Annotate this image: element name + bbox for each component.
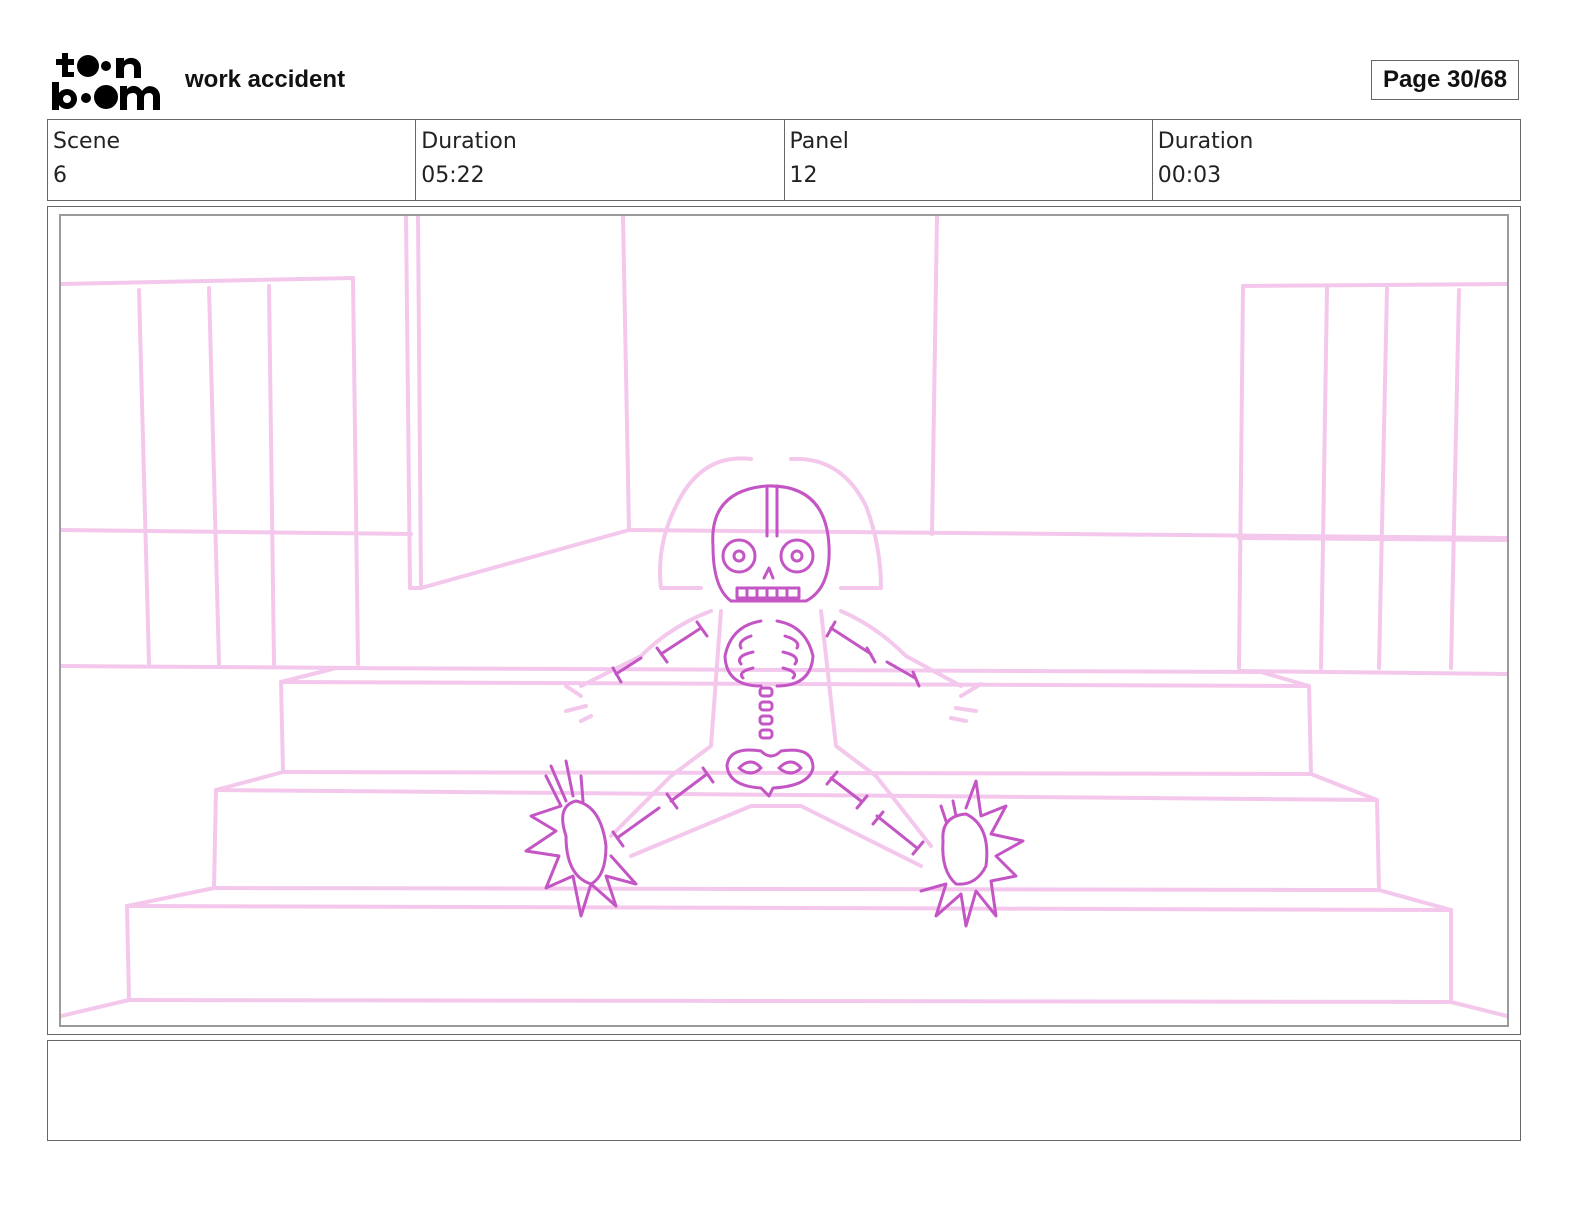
skeleton-character	[524, 484, 1025, 928]
panel-label: Panel	[789, 129, 849, 154]
storyboard-panel-frame	[47, 206, 1521, 1035]
panel-duration-label: Duration	[1157, 129, 1254, 154]
panel-cell: Panel 12	[785, 120, 1153, 200]
panel-duration-value: 00:03	[1157, 163, 1222, 188]
page-number: Page 30/68	[1371, 60, 1519, 100]
skeleton-on-stairs-sketch	[61, 216, 1507, 1018]
scene-duration-label: Duration	[421, 129, 517, 154]
panel-value: 12	[789, 163, 818, 188]
project-title: work accident	[185, 66, 346, 93]
panel-duration-cell: Duration 00:03	[1153, 120, 1520, 200]
scene-duration-cell: Duration 05:22	[416, 120, 785, 200]
storyboard-panel-image[interactable]	[59, 214, 1509, 1027]
scene-cell: Scene 6	[48, 120, 417, 200]
scene-duration-value: 05:22	[421, 163, 485, 188]
scene-label: Scene	[53, 129, 121, 154]
background-sketch	[61, 216, 1507, 1018]
toon-boom-logo-icon	[52, 53, 160, 110]
panel-notes-box[interactable]	[47, 1040, 1521, 1141]
scene-value: 6	[53, 163, 67, 188]
scene-info-table: Scene 6 Duration 05:22 Panel 12 Duration…	[47, 119, 1521, 201]
toon-boom-logo	[50, 50, 164, 112]
